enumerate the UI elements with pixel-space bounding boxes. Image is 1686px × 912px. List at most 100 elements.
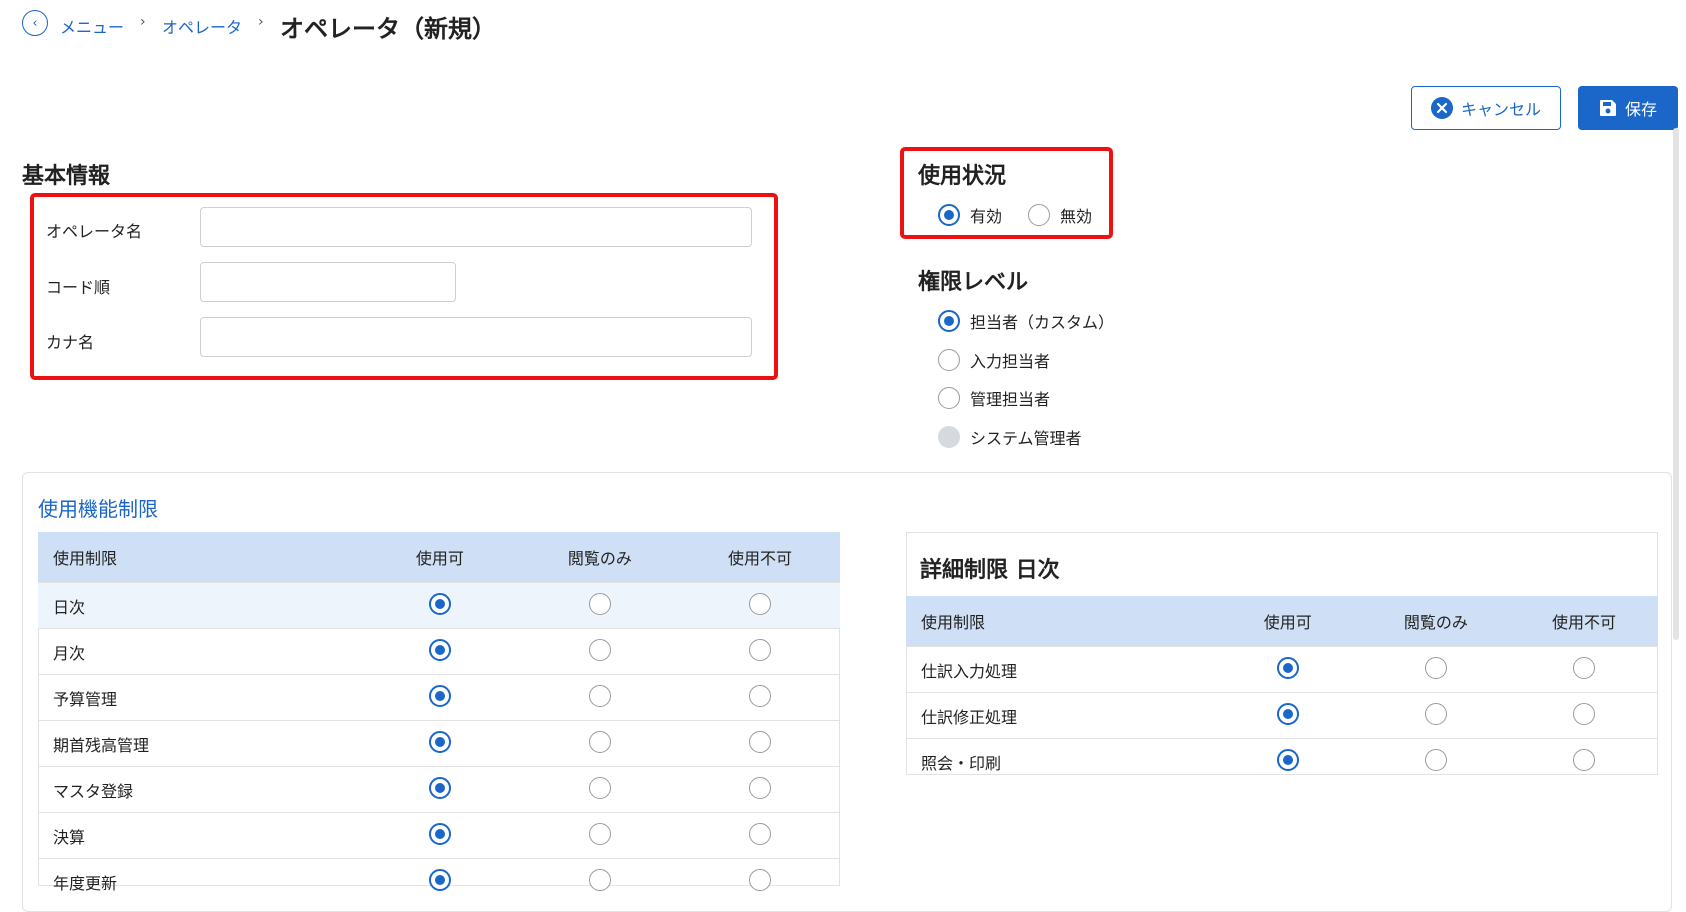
radio-input[interactable] [938, 349, 960, 371]
table-row: 仕訳入力処理 [906, 646, 1658, 693]
page-title: オペレータ（新規） [280, 15, 496, 43]
code-order-label: コード順 [46, 278, 111, 297]
radio-cell [359, 812, 520, 859]
cancel-button[interactable]: キャンセル [1411, 86, 1561, 130]
kana-name-input[interactable] [200, 317, 752, 357]
radio-denied[interactable] [748, 822, 771, 845]
radio-allowed[interactable] [428, 822, 451, 845]
radio-view-only[interactable] [1424, 748, 1447, 771]
radio-view-only[interactable] [588, 684, 611, 707]
row-label: 月次 [38, 628, 360, 675]
radio-cell [1213, 646, 1362, 693]
radio-cell [679, 812, 840, 859]
basic-info-title: 基本情報 [22, 164, 111, 189]
floppy-disk-icon [1599, 99, 1617, 117]
radio-cell [1361, 646, 1510, 693]
radio-allowed[interactable] [1276, 748, 1299, 771]
radio-cell [359, 858, 520, 904]
permission-label: 担当者（カスタム） [970, 313, 1115, 332]
radio-denied[interactable] [1572, 702, 1595, 725]
detail-restriction-title: 詳細制限 日次 [920, 558, 1060, 583]
radio-enabled[interactable] [938, 204, 960, 226]
permission-option-manager[interactable]: 管理担当者 [938, 386, 1050, 410]
column-header: 使用制限 [906, 596, 1214, 647]
permission-label: 管理担当者 [970, 390, 1051, 409]
radio-view-only[interactable] [1424, 702, 1447, 725]
table-row: 年度更新 [38, 858, 840, 904]
breadcrumb-menu[interactable]: メニュー [60, 14, 124, 38]
cancel-label: キャンセル [1460, 100, 1541, 119]
permission-option-system-admin: システム管理者 [938, 425, 1082, 449]
radio-cell [519, 628, 680, 675]
radio-cell [519, 674, 680, 721]
radio-cell [359, 720, 520, 767]
code-order-input[interactable] [200, 262, 456, 302]
radio-cell [359, 582, 520, 629]
radio-cell [1361, 738, 1510, 784]
radio-denied[interactable] [1572, 748, 1595, 771]
radio-denied[interactable] [748, 868, 771, 891]
permission-option-input[interactable]: 入力担当者 [938, 348, 1050, 372]
radio-cell [519, 812, 680, 859]
column-header: 使用制限 [38, 532, 360, 583]
radio-custom[interactable] [938, 310, 960, 332]
radio-denied[interactable] [748, 638, 771, 661]
scrollbar[interactable] [1673, 128, 1679, 640]
radio-view-only[interactable] [588, 730, 611, 753]
radio-cell [519, 858, 680, 904]
operator-name-input[interactable] [200, 207, 752, 247]
radio-denied[interactable] [748, 730, 771, 753]
radio-allowed[interactable] [428, 592, 451, 615]
radio-allowed[interactable] [1276, 656, 1299, 679]
column-header: 使用可 [1213, 596, 1362, 647]
radio-view-only[interactable] [588, 638, 611, 661]
row-label: 仕訳入力処理 [906, 646, 1214, 693]
radio-cell [519, 766, 680, 813]
radio-allowed[interactable] [428, 776, 451, 799]
breadcrumb-separator: › [258, 14, 264, 30]
function-restriction-title: 使用機能制限 [38, 497, 158, 521]
radio-cell [359, 628, 520, 675]
radio-cell [679, 720, 840, 767]
radio-allowed[interactable] [428, 638, 451, 661]
row-label: 決算 [38, 812, 360, 859]
radio-view-only[interactable] [588, 822, 611, 845]
radio-denied[interactable] [1572, 656, 1595, 679]
function-restriction-table: 使用制限 使用可 閲覧のみ 使用不可 日次 月次 予算管理 期首残高管理 マスタ登録 決算… [38, 532, 840, 904]
radio-cell [519, 582, 680, 629]
radio-allowed[interactable] [1276, 702, 1299, 725]
back-button[interactable]: ‹ [22, 10, 48, 36]
table-row: 決算 [38, 812, 840, 859]
column-header: 閲覧のみ [1361, 596, 1510, 647]
radio-view-only[interactable] [588, 776, 611, 799]
radio-view-only[interactable] [588, 868, 611, 891]
permission-option-custom[interactable]: 担当者（カスタム） [938, 309, 1114, 333]
radio-manager[interactable] [938, 387, 960, 409]
radio-denied[interactable] [748, 684, 771, 707]
radio-cell [679, 766, 840, 813]
breadcrumb-operator[interactable]: オペレータ [162, 14, 242, 38]
row-label: 照会・印刷 [906, 738, 1214, 784]
row-label: 予算管理 [38, 674, 360, 721]
radio-cell [1509, 738, 1658, 784]
radio-disabled[interactable] [1028, 204, 1050, 226]
radio-cell [1509, 692, 1658, 739]
radio-view-only[interactable] [1424, 656, 1447, 679]
radio-allowed[interactable] [428, 684, 451, 707]
radio-allowed[interactable] [428, 730, 451, 753]
table-row: 照会・印刷 [906, 738, 1658, 784]
save-button[interactable]: 保存 [1578, 86, 1678, 130]
radio-denied[interactable] [748, 776, 771, 799]
table-row: 仕訳修正処理 [906, 692, 1658, 739]
usage-status-enabled-option[interactable]: 有効 [938, 203, 1002, 227]
usage-status-disabled-option[interactable]: 無効 [1028, 203, 1092, 227]
permission-level-title: 権限レベル [918, 270, 1029, 295]
radio-denied[interactable] [748, 592, 771, 615]
row-label: 仕訳修正処理 [906, 692, 1214, 739]
radio-allowed[interactable] [428, 868, 451, 891]
table-row: 月次 [38, 628, 840, 675]
radio-view-only[interactable] [588, 592, 611, 615]
radio-cell [1213, 692, 1362, 739]
permission-label: システム管理者 [970, 429, 1082, 448]
detail-restriction-rows: 仕訳入力処理 仕訳修正処理 照会・印刷 [906, 646, 1658, 784]
